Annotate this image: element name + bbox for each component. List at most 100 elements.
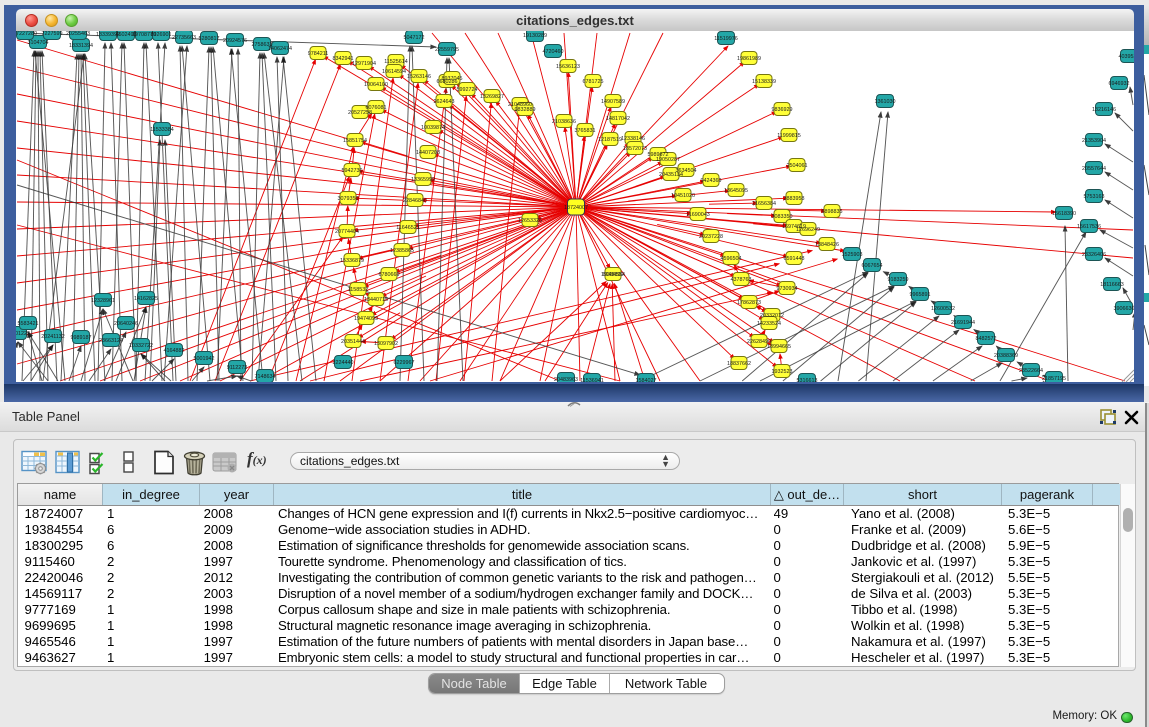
svg-text:1584027: 1584027 (636, 378, 657, 382)
svg-text:13440715: 13440715 (364, 297, 388, 303)
svg-text:9183259: 9183259 (888, 277, 909, 283)
svg-text:20255463: 20255463 (66, 31, 90, 37)
svg-text:11690043: 11690043 (686, 212, 710, 218)
svg-text:13216146: 13216146 (1092, 107, 1116, 113)
svg-text:1932523: 1932523 (772, 369, 793, 375)
svg-text:20640246: 20640246 (114, 321, 138, 327)
svg-text:14817042: 14817042 (606, 116, 630, 122)
svg-text:20241132: 20241132 (41, 334, 65, 340)
svg-text:14601229: 14601229 (16, 331, 30, 337)
svg-text:20351444: 20351444 (341, 339, 365, 345)
svg-text:18331394: 18331394 (69, 43, 93, 49)
svg-text:4164882: 4164882 (164, 348, 185, 354)
svg-text:20483963: 20483963 (554, 377, 578, 382)
svg-text:15851754: 15851754 (343, 138, 367, 144)
svg-text:5942736: 5942736 (342, 168, 363, 174)
svg-text:20388369: 20388369 (994, 353, 1018, 359)
svg-text:23522664: 23522664 (1019, 368, 1043, 374)
svg-text:2624643: 2624643 (434, 99, 455, 105)
svg-text:4720460: 4720460 (543, 49, 564, 55)
svg-text:13848426: 13848426 (815, 242, 839, 248)
svg-text:12600532: 12600532 (931, 306, 955, 312)
svg-text:23663124: 23663124 (99, 338, 123, 344)
svg-text:5992724: 5992724 (457, 87, 478, 93)
svg-text:12328961: 12328961 (91, 298, 115, 304)
svg-text:13269827: 13269827 (480, 94, 504, 100)
svg-text:11519976: 11519976 (714, 36, 738, 42)
svg-text:19861989: 19861989 (737, 56, 761, 62)
svg-text:21353904: 21353904 (1082, 138, 1106, 144)
svg-text:6076081: 6076081 (366, 105, 387, 111)
svg-text:9989187: 9989187 (71, 335, 92, 341)
svg-text:13365999: 13365999 (411, 177, 435, 183)
svg-text:15618390: 15618390 (1052, 211, 1076, 217)
svg-text:9965891: 9965891 (910, 292, 931, 298)
svg-text:9836929: 9836929 (772, 107, 793, 113)
svg-text:10039874: 10039874 (421, 125, 445, 131)
svg-text:20237228: 20237228 (699, 234, 723, 240)
svg-text:23326406: 23326406 (1082, 252, 1106, 258)
svg-text:11536941: 11536941 (580, 378, 604, 382)
svg-text:5316613: 5316613 (797, 378, 818, 382)
svg-text:3634504: 3634504 (676, 168, 697, 174)
svg-text:6067654: 6067654 (862, 263, 883, 269)
svg-text:5001942: 5001942 (194, 356, 215, 362)
svg-text:9784211: 9784211 (308, 51, 329, 57)
svg-text:15617536: 15617536 (1077, 224, 1101, 230)
svg-text:8342941: 8342941 (333, 56, 354, 62)
svg-text:22735663: 22735663 (172, 35, 196, 41)
svg-text:14162825: 14162825 (134, 296, 158, 302)
svg-text:19384554: 19384554 (601, 272, 625, 278)
svg-text:21038636: 21038636 (552, 119, 576, 125)
svg-text:9832889: 9832889 (515, 107, 536, 113)
svg-text:21691944: 21691944 (951, 320, 975, 326)
svg-text:7227599: 7227599 (42, 31, 63, 37)
svg-text:12971904: 12971904 (352, 61, 376, 67)
svg-text:10064100: 10064100 (364, 82, 388, 88)
svg-text:14062474: 14062474 (268, 46, 292, 52)
svg-text:17862873: 17862873 (737, 300, 761, 306)
svg-text:3906636: 3906636 (1114, 306, 1135, 312)
svg-text:8937045: 8937045 (442, 76, 463, 82)
svg-text:13645095: 13645095 (724, 188, 748, 194)
svg-text:8926901: 8926901 (151, 32, 172, 38)
svg-text:19474099: 19474099 (354, 316, 378, 322)
svg-text:12385865: 12385865 (390, 248, 414, 254)
svg-text:11533384: 11533384 (150, 127, 174, 133)
svg-text:7148634: 7148634 (255, 374, 276, 380)
svg-text:15636123: 15636123 (556, 64, 580, 70)
svg-text:14907589: 14907589 (601, 99, 625, 105)
svg-text:3765831: 3765831 (575, 128, 596, 134)
svg-text:17227280: 17227280 (16, 31, 37, 37)
svg-text:10332722: 10332722 (129, 343, 153, 349)
svg-text:11999815: 11999815 (777, 133, 801, 139)
svg-text:21857195: 21857195 (1042, 376, 1066, 382)
svg-text:14407208: 14407208 (416, 150, 440, 156)
svg-text:6591448: 6591448 (784, 256, 805, 262)
svg-text:20924576: 20924576 (223, 38, 247, 44)
svg-text:19050287: 19050287 (656, 157, 680, 163)
svg-text:2504061: 2504061 (787, 163, 808, 169)
svg-text:22559795: 22559795 (435, 47, 459, 53)
svg-text:12338146: 12338146 (621, 136, 645, 142)
svg-text:18837662: 18837662 (727, 361, 751, 367)
svg-text:10451020: 10451020 (671, 193, 695, 199)
svg-text:18724007: 18724007 (564, 205, 588, 211)
svg-text:1525903: 1525903 (842, 252, 863, 258)
svg-text:2224440: 2224440 (333, 360, 354, 366)
svg-text:6229967: 6229967 (394, 360, 415, 366)
svg-text:4378763: 4378763 (731, 277, 752, 283)
svg-text:3104704: 3104704 (28, 40, 49, 46)
svg-text:4596504: 4596504 (721, 256, 742, 262)
svg-text:15263146: 15263146 (407, 74, 431, 80)
svg-text:9730934: 9730934 (777, 286, 798, 292)
svg-text:15138339: 15138339 (752, 79, 776, 85)
svg-text:6780669: 6780669 (379, 272, 400, 278)
svg-text:1158532: 1158532 (348, 287, 369, 293)
svg-text:13097902: 13097902 (374, 341, 398, 347)
svg-text:20332012: 20332012 (760, 313, 784, 319)
svg-text:13994665: 13994665 (767, 344, 791, 350)
svg-text:12187519: 12187519 (598, 137, 622, 143)
svg-text:21656384: 21656384 (752, 201, 776, 207)
svg-text:2883958: 2883958 (784, 196, 805, 202)
